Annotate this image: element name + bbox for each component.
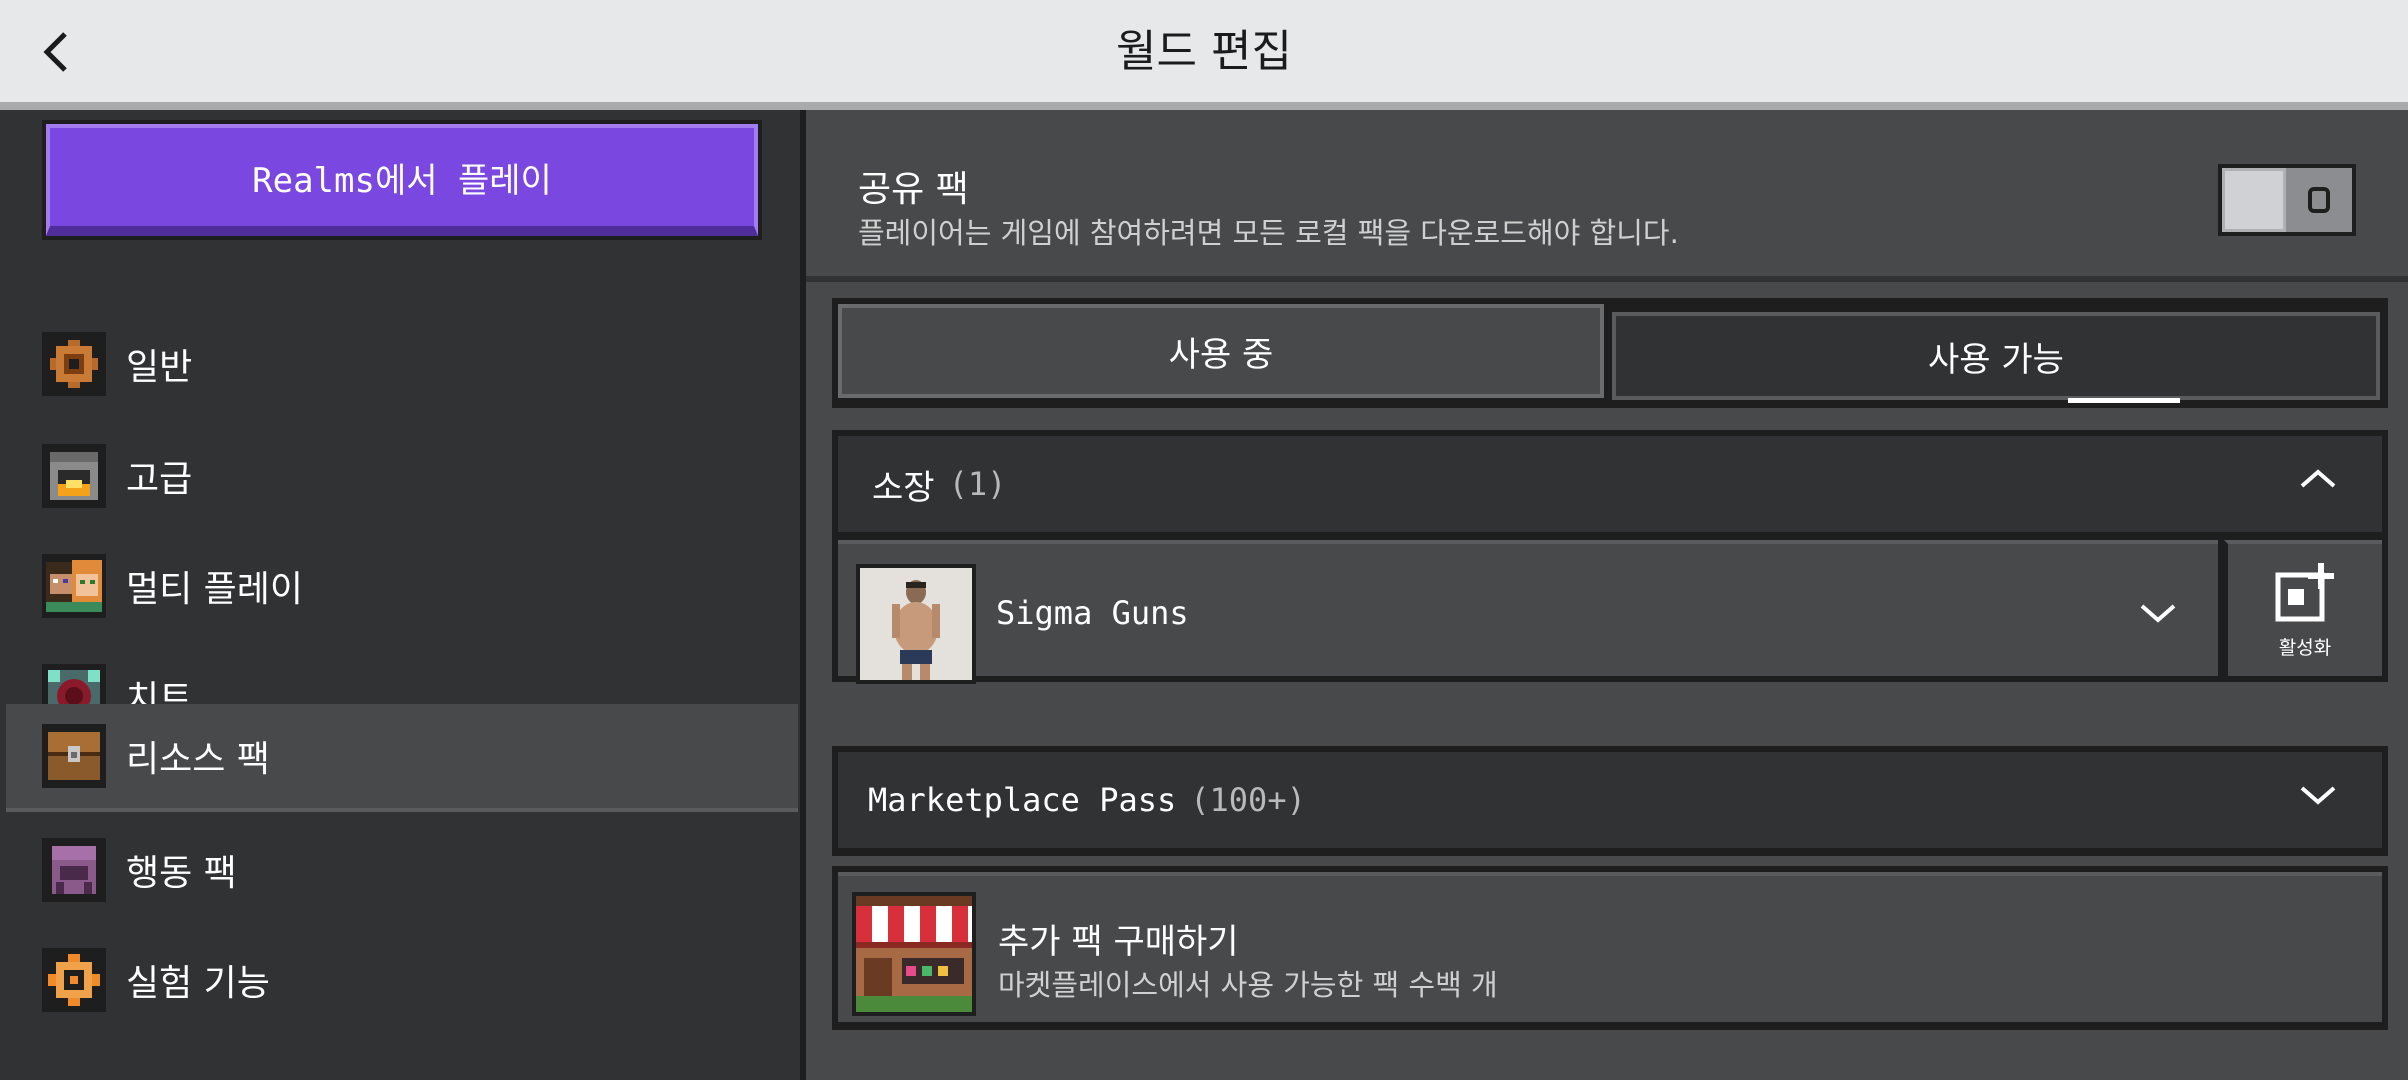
- sidebar-item-multiplayer[interactable]: 멀티 플레이: [6, 532, 798, 640]
- sidebar-item-label: 멀티 플레이: [126, 569, 304, 610]
- sidebar-item-resource-packs[interactable]: 리소스 팩: [6, 704, 798, 812]
- active-tab-indicator: [2068, 398, 2180, 403]
- pack-item[interactable]: Sigma Guns: [838, 540, 2218, 684]
- owned-section-header[interactable]: 소장 (1): [832, 430, 2388, 540]
- store-icon: [852, 892, 976, 1016]
- marketplace-pass-label: Marketplace Pass: [868, 781, 1177, 819]
- behavior-pack-icon: [42, 838, 106, 902]
- shared-pack-title: 공유 팩: [858, 169, 969, 210]
- activate-pack-button[interactable]: 활성화: [2224, 540, 2382, 676]
- shared-pack-description: 플레이어는 게임에 참여하려면 모든 로컬 팩을 다운로드해야 합니다.: [858, 216, 1679, 250]
- chevron-up-icon: [2300, 469, 2336, 488]
- sidebar-item-label: 행동 팩: [126, 853, 237, 894]
- tab-in-use[interactable]: 사용 중: [838, 304, 1604, 398]
- players-icon: [42, 554, 106, 618]
- experiment-icon: [42, 948, 106, 1012]
- buy-more-subtitle: 마켓플레이스에서 사용 가능한 팩 수백 개: [998, 968, 1498, 1002]
- owned-section-count: (1): [948, 465, 1007, 503]
- chevron-down-icon: [2300, 786, 2336, 805]
- marketplace-pass-section-header[interactable]: Marketplace Pass (100+): [832, 746, 2388, 856]
- chevron-down-icon[interactable]: [2138, 600, 2178, 624]
- owned-section-label: 소장: [872, 467, 935, 508]
- sidebar-item-label: 실험 기능: [126, 963, 270, 1004]
- gear-icon: [42, 332, 106, 396]
- sidebar-item-behavior-packs[interactable]: 행동 팩: [6, 816, 798, 924]
- play-in-realms-button[interactable]: Realms에서 플레이: [42, 120, 762, 240]
- play-in-realms-label: Realms에서 플레이: [46, 124, 758, 236]
- shared-pack-setting: 공유 팩 플레이어는 게임에 참여하려면 모든 로컬 팩을 다운로드해야 합니다…: [806, 110, 2408, 282]
- toggle-off-indicator: [2286, 168, 2352, 232]
- sidebar-item-experiments[interactable]: 실험 기능: [6, 926, 798, 1034]
- buy-more-title: 추가 팩 구매하기: [998, 922, 1239, 962]
- shared-pack-toggle[interactable]: [2218, 164, 2356, 236]
- sidebar-item-label: 고급: [126, 459, 193, 500]
- sidebar: Realms에서 플레이 일반 고급 멀티 플레이 치트 리소스 팩 행동 팩 …: [0, 110, 800, 1080]
- furnace-icon: [42, 444, 106, 508]
- main-panel: 공유 팩 플레이어는 게임에 참여하려면 모든 로컬 팩을 다운로드해야 합니다…: [806, 110, 2408, 1080]
- top-bar: 월드 편집: [0, 0, 2408, 102]
- marketplace-pass-count: (100+): [1190, 781, 1306, 819]
- pack-tabs: 사용 중 사용 가능: [832, 298, 2388, 408]
- header-shadow: [0, 102, 2408, 110]
- tab-available[interactable]: 사용 가능: [1612, 312, 2380, 400]
- pack-row: Sigma Guns 활성화: [832, 540, 2388, 684]
- chest-icon: [42, 724, 106, 788]
- activate-label: 활성화: [2278, 636, 2332, 659]
- sidebar-item-advanced[interactable]: 고급: [6, 422, 798, 530]
- chevron-left-icon: [43, 32, 67, 72]
- add-pack-icon: [2275, 562, 2334, 621]
- page-title: 월드 편집: [1116, 26, 1292, 77]
- sidebar-item-label: 일반: [126, 347, 193, 388]
- sidebar-item-general[interactable]: 일반: [6, 310, 798, 418]
- pack-name: Sigma Guns: [996, 594, 1189, 632]
- buy-more-packs-button[interactable]: 추가 팩 구매하기 마켓플레이스에서 사용 가능한 팩 수백 개: [832, 866, 2388, 1030]
- pack-thumbnail: [856, 564, 976, 684]
- back-button[interactable]: [28, 22, 84, 82]
- toggle-knob: [2222, 168, 2286, 232]
- sidebar-item-label: 리소스 팩: [126, 739, 270, 780]
